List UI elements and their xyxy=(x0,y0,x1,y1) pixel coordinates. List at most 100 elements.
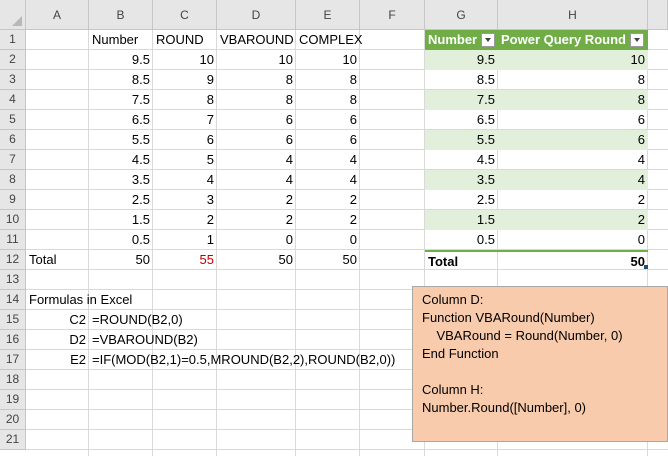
filter-dropdown-icon[interactable] xyxy=(630,33,644,47)
note-box[interactable]: Column D: Function VBARound(Number) VBARo… xyxy=(412,286,668,442)
column-header-g[interactable]: G xyxy=(425,0,498,30)
formula-text[interactable]: =VBAROUND(B2) xyxy=(89,330,409,350)
formula-text[interactable]: =IF(MOD(B2,1)=0.5,MROUND(B2,2),ROUND(B2,… xyxy=(89,350,409,370)
cell-e1[interactable]: COMPLEX xyxy=(296,30,363,50)
pq-number-cell[interactable]: 9.5 xyxy=(425,50,498,70)
table-cell[interactable]: 9.5 xyxy=(89,50,153,70)
cell-d12[interactable]: 50 xyxy=(217,250,296,270)
row-header-18[interactable]: 18 xyxy=(0,370,26,390)
pq-round-cell[interactable]: 4 xyxy=(498,150,648,170)
row-header-1[interactable]: 1 xyxy=(0,30,26,50)
table-cell[interactable]: 3 xyxy=(153,190,217,210)
pq-round-cell[interactable]: 6 xyxy=(498,110,648,130)
row-header-8[interactable]: 8 xyxy=(0,170,26,190)
row-header-13[interactable]: 13 xyxy=(0,270,26,290)
table-cell[interactable]: 2 xyxy=(217,210,296,230)
pq-header-round[interactable]: Power Query Round xyxy=(498,30,648,50)
pq-number-cell[interactable]: 7.5 xyxy=(425,90,498,110)
table-cell[interactable]: 2 xyxy=(153,210,217,230)
table-cell[interactable]: 6 xyxy=(153,130,217,150)
row-header-3[interactable]: 3 xyxy=(0,70,26,90)
table-cell[interactable]: 6 xyxy=(217,110,296,130)
pq-number-cell[interactable]: 1.5 xyxy=(425,210,498,230)
pq-number-cell[interactable]: 6.5 xyxy=(425,110,498,130)
cell-a12[interactable]: Total xyxy=(26,250,89,270)
table-cell[interactable]: 9 xyxy=(153,70,217,90)
column-header-c[interactable]: C xyxy=(153,0,217,30)
table-resize-handle[interactable] xyxy=(644,265,648,269)
table-cell[interactable]: 4 xyxy=(296,170,360,190)
pq-round-cell[interactable]: 0 xyxy=(498,230,648,250)
row-header-19[interactable]: 19 xyxy=(0,390,26,410)
table-cell[interactable]: 1 xyxy=(153,230,217,250)
row-header-9[interactable]: 9 xyxy=(0,190,26,210)
column-header-h[interactable]: H xyxy=(498,0,648,30)
cell-e12[interactable]: 50 xyxy=(296,250,360,270)
select-all-corner[interactable] xyxy=(0,0,26,30)
cell-c1[interactable]: ROUND xyxy=(153,30,217,50)
row-header-12[interactable]: 12 xyxy=(0,250,26,270)
column-header-b[interactable]: B xyxy=(89,0,153,30)
table-cell[interactable]: 2 xyxy=(217,190,296,210)
cell-a14[interactable]: Formulas in Excel xyxy=(26,290,206,310)
cell-c12[interactable]: 55 xyxy=(153,250,217,270)
pq-round-cell[interactable]: 8 xyxy=(498,70,648,90)
pq-number-cell[interactable]: 8.5 xyxy=(425,70,498,90)
column-header-f[interactable]: F xyxy=(360,0,425,30)
table-cell[interactable]: 6 xyxy=(217,130,296,150)
pq-round-cell[interactable]: 10 xyxy=(498,50,648,70)
row-header-17[interactable]: 17 xyxy=(0,350,26,370)
column-header-e[interactable]: E xyxy=(296,0,360,30)
table-cell[interactable]: 4 xyxy=(153,170,217,190)
table-cell[interactable]: 5 xyxy=(153,150,217,170)
row-header-15[interactable]: 15 xyxy=(0,310,26,330)
table-cell[interactable]: 8 xyxy=(153,90,217,110)
pq-number-cell[interactable]: 4.5 xyxy=(425,150,498,170)
table-cell[interactable]: 5.5 xyxy=(89,130,153,150)
table-cell[interactable]: 6 xyxy=(296,130,360,150)
table-cell[interactable]: 8 xyxy=(296,70,360,90)
table-cell[interactable]: 6.5 xyxy=(89,110,153,130)
table-cell[interactable]: 7.5 xyxy=(89,90,153,110)
pq-number-cell[interactable]: 0.5 xyxy=(425,230,498,250)
spreadsheet[interactable]: ABCDEFGH 1 2 3 4 5 6 7 8 9 10 11 12 13 14 15 16 17 18 19 20… xyxy=(0,0,668,456)
row-header-10[interactable]: 10 xyxy=(0,210,26,230)
filter-dropdown-icon[interactable] xyxy=(481,33,495,47)
formula-ref[interactable]: D2 xyxy=(26,330,89,350)
column-header-d[interactable]: D xyxy=(217,0,296,30)
row-header-16[interactable]: 16 xyxy=(0,330,26,350)
table-cell[interactable]: 4 xyxy=(217,150,296,170)
table-cell[interactable]: 2 xyxy=(296,190,360,210)
pq-number-cell[interactable]: 3.5 xyxy=(425,170,498,190)
table-cell[interactable]: 10 xyxy=(296,50,360,70)
row-header-21[interactable]: 21 xyxy=(0,430,26,450)
formula-ref[interactable]: E2 xyxy=(26,350,89,370)
row-header-7[interactable]: 7 xyxy=(0,150,26,170)
table-cell[interactable]: 2.5 xyxy=(89,190,153,210)
column-header-a[interactable]: A xyxy=(26,0,89,30)
pq-round-cell[interactable]: 4 xyxy=(498,170,648,190)
cell-b12[interactable]: 50 xyxy=(89,250,153,270)
row-header-4[interactable]: 4 xyxy=(0,90,26,110)
table-cell[interactable]: 2 xyxy=(296,210,360,230)
pq-round-cell[interactable]: 2 xyxy=(498,190,648,210)
table-cell[interactable]: 4.5 xyxy=(89,150,153,170)
pq-number-cell[interactable]: 2.5 xyxy=(425,190,498,210)
table-cell[interactable]: 8 xyxy=(217,90,296,110)
row-header-6[interactable]: 6 xyxy=(0,130,26,150)
cell-b1[interactable]: Number xyxy=(89,30,153,50)
row-header-5[interactable]: 5 xyxy=(0,110,26,130)
pq-total-label[interactable]: Total xyxy=(425,250,498,270)
table-cell[interactable]: 1.5 xyxy=(89,210,153,230)
pq-round-cell[interactable]: 6 xyxy=(498,130,648,150)
table-cell[interactable]: 4 xyxy=(296,150,360,170)
row-header-14[interactable]: 14 xyxy=(0,290,26,310)
row-header-2[interactable]: 2 xyxy=(0,50,26,70)
table-cell[interactable]: 0 xyxy=(296,230,360,250)
table-cell[interactable]: 10 xyxy=(217,50,296,70)
table-cell[interactable]: 3.5 xyxy=(89,170,153,190)
formula-ref[interactable]: C2 xyxy=(26,310,89,330)
row-header-11[interactable]: 11 xyxy=(0,230,26,250)
pq-number-cell[interactable]: 5.5 xyxy=(425,130,498,150)
table-cell[interactable]: 8 xyxy=(217,70,296,90)
